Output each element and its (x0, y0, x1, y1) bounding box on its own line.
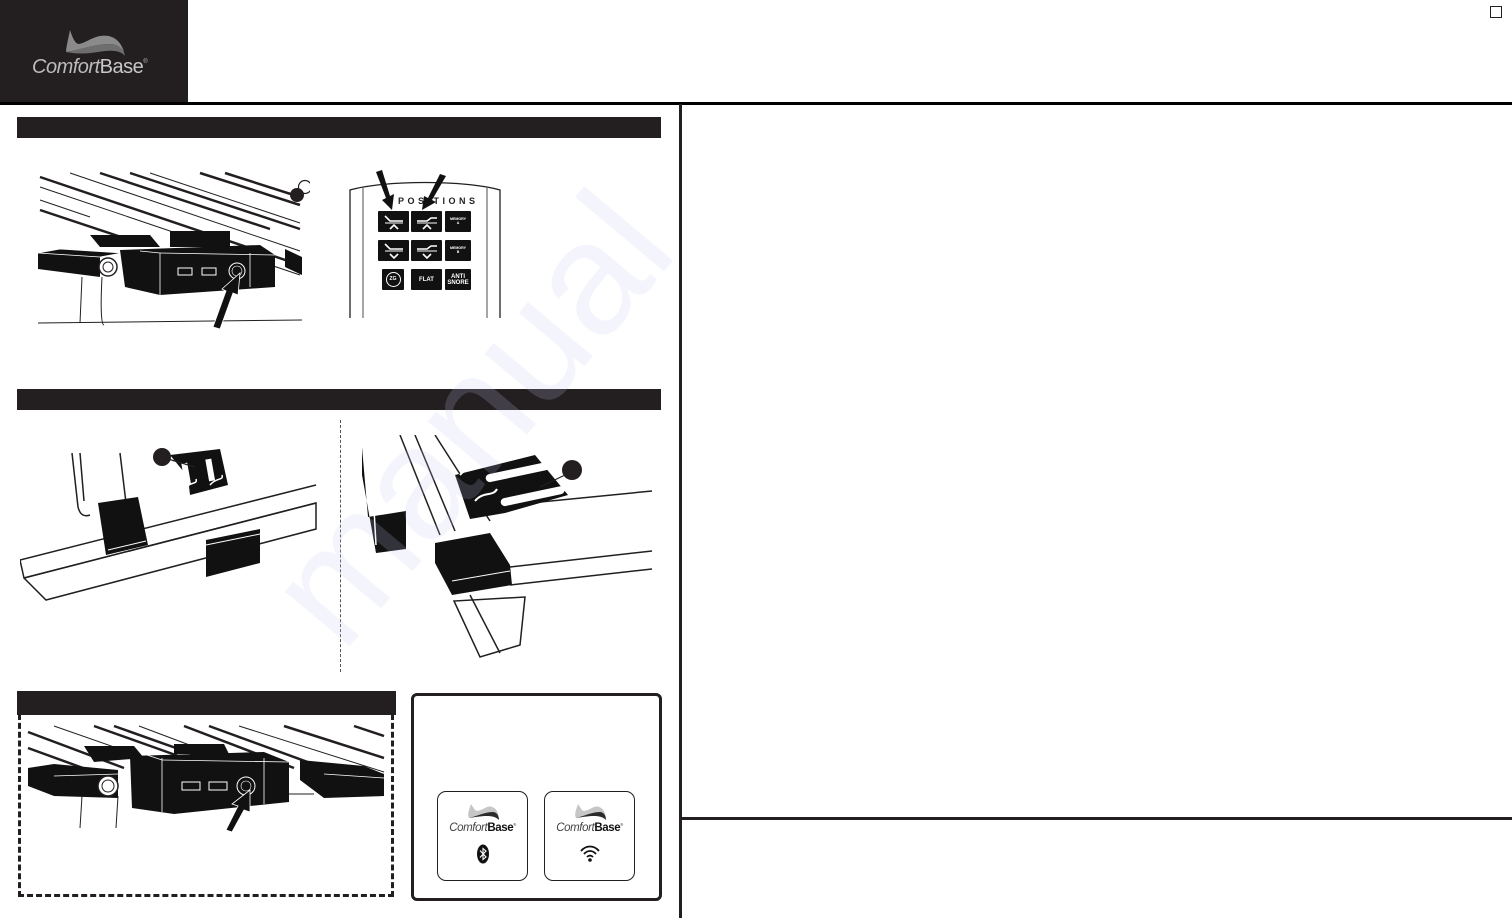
right-panel-footer-rule (681, 817, 1512, 820)
registered-mark: ® (513, 822, 516, 827)
column-divider (679, 104, 682, 918)
wifi-app-tile[interactable]: ComfortBase® (544, 791, 635, 881)
anti-snore-label: ANTI SNORE (447, 273, 469, 286)
brand-logo-block: ComfortBase® (0, 0, 188, 103)
foot-down-button[interactable] (411, 240, 442, 261)
tile-brand-light: Comfort (556, 822, 595, 834)
control-box-illustration (37, 171, 310, 330)
memory-a-label: MEMORY A (449, 216, 467, 225)
bracket-install-left-illustration (20, 448, 317, 601)
memory-b-button[interactable]: MEMORY B (445, 240, 471, 261)
anti-snore-button[interactable]: ANTI SNORE (445, 269, 471, 290)
section-3-header-bar (17, 691, 396, 715)
callout-marker-left (153, 448, 171, 466)
bluetooth-app-tile[interactable]: ComfortBase® (437, 791, 528, 881)
bracket-install-right-illustration (362, 435, 653, 658)
flat-label: FLAT (419, 276, 434, 283)
header-rule (0, 102, 1512, 105)
flat-button[interactable]: FLAT (411, 269, 442, 290)
memory-b-label: MEMORY B (449, 245, 467, 254)
section-2-dashed-divider (340, 420, 341, 672)
brand-wave-icon (467, 804, 499, 820)
arrow-head-up-icon (376, 170, 394, 210)
brand-wave-icon (66, 30, 125, 56)
registered-mark: ® (620, 822, 623, 827)
brand-word-light: Comfort (32, 56, 100, 78)
bluetooth-icon (476, 844, 489, 864)
page-checkbox[interactable] (1490, 6, 1502, 18)
arrow-foot-up-icon (422, 174, 446, 210)
tile-brand-bold: Base (594, 822, 621, 834)
section-2-header-bar (17, 389, 661, 410)
callout-marker-filled (290, 188, 304, 202)
brand-wordmark: ComfortBase® (32, 56, 148, 79)
head-down-button[interactable] (378, 240, 409, 261)
section-1-header-bar (17, 117, 661, 138)
registered-mark: ® (143, 59, 148, 65)
foot-down-icon (416, 244, 437, 259)
press-arrows (376, 170, 446, 210)
head-down-icon (383, 242, 403, 259)
zero-g-label: ZG (385, 272, 401, 287)
callout-marker-right (562, 460, 582, 480)
wifi-icon (579, 845, 600, 862)
tile-brand-wordmark: ComfortBase® (438, 822, 527, 834)
tile-brand-light: Comfort (449, 822, 488, 834)
control-box-reset-illustration (27, 724, 385, 833)
tile-brand-bold: Base (487, 822, 514, 834)
app-connectivity-box: ComfortBase® ComfortBase® (411, 693, 662, 901)
zero-g-button[interactable]: ZG (382, 269, 404, 290)
brand-word-bold: Base (99, 56, 144, 78)
brand-wave-icon (574, 804, 606, 820)
tile-brand-wordmark: ComfortBase® (545, 822, 634, 834)
